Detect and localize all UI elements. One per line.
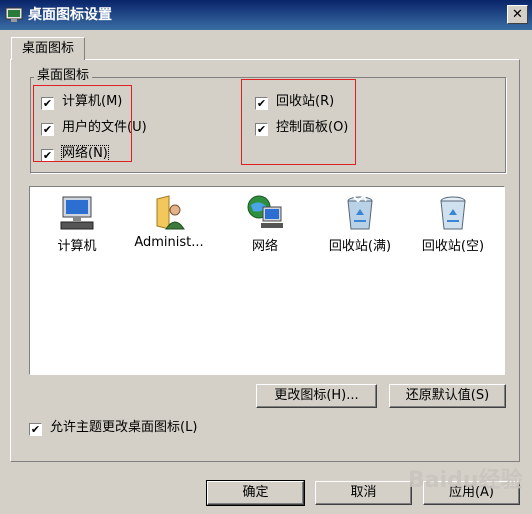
- icon-label: 网络: [251, 239, 278, 254]
- window-title: 桌面图标设置: [28, 7, 112, 23]
- change-icon-button[interactable]: 更改图标(H)...: [256, 384, 377, 408]
- title-bar[interactable]: 桌面图标设置 ✕: [0, 0, 532, 30]
- checkbox-label: 允许主题更改桌面图标(L): [50, 420, 198, 435]
- desktop-settings-icon: [5, 7, 23, 22]
- apply-button[interactable]: 应用(A): [423, 481, 520, 505]
- computer-icon: [60, 196, 94, 230]
- checkbox-allow-theme[interactable]: ✔ 允许主题更改桌面图标(L): [29, 419, 197, 437]
- group-legend: 桌面图标: [34, 68, 93, 84]
- list-item-user-files[interactable]: Administ...: [124, 193, 214, 250]
- icon-label: 计算机: [57, 239, 97, 254]
- list-item-recycle-bin-empty[interactable]: 回收站(空): [408, 193, 498, 254]
- cancel-button[interactable]: 取消: [315, 481, 412, 505]
- highlight-box-left: [33, 85, 132, 162]
- ok-button[interactable]: 确定: [206, 480, 305, 506]
- tab-desktop-icons[interactable]: 桌面图标: [11, 37, 85, 60]
- network-icon: [247, 195, 283, 228]
- icon-list-view[interactable]: 计算机 Administ... 网络 回收站(满) 回收站(空): [29, 186, 505, 375]
- recycle-bin-empty-icon: [440, 196, 466, 230]
- restore-default-button[interactable]: 还原默认值(S): [389, 384, 506, 408]
- checkbox-box[interactable]: ✔: [29, 423, 42, 436]
- list-item-computer[interactable]: 计算机: [32, 193, 122, 254]
- user-folder-icon: [156, 195, 185, 230]
- icon-label: Administ...: [134, 235, 204, 250]
- highlight-box-right: [241, 79, 356, 165]
- icon-label: 回收站(满): [328, 239, 392, 254]
- list-item-recycle-bin-full[interactable]: 回收站(满): [315, 193, 405, 254]
- icon-label: 回收站(空): [421, 239, 485, 254]
- recycle-bin-full-icon: [347, 194, 373, 230]
- close-button[interactable]: ✕: [507, 5, 528, 24]
- list-item-network[interactable]: 网络: [220, 193, 310, 254]
